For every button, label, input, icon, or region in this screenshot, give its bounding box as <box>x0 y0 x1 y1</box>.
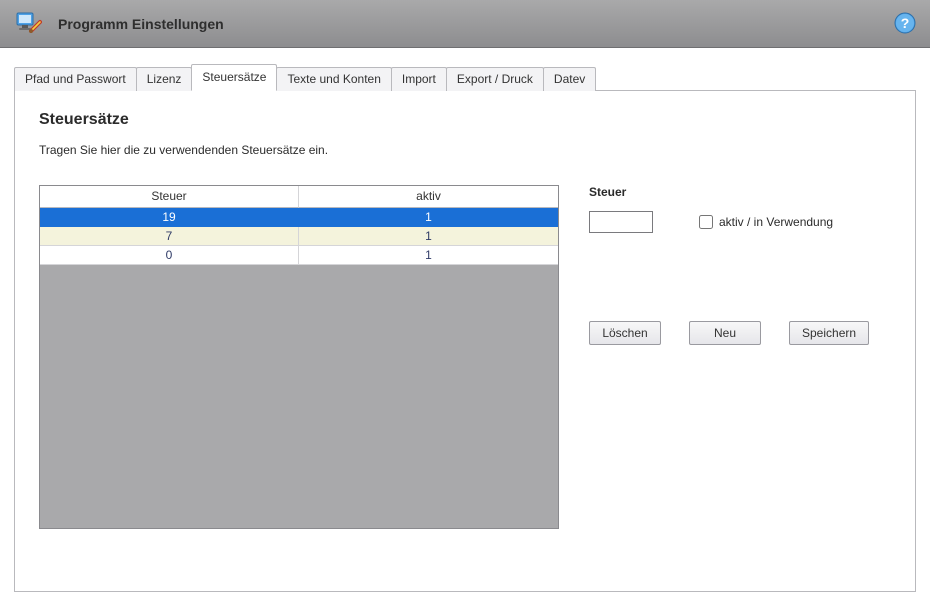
tabstrip: Pfad und PasswortLizenzSteuersätzeTexte … <box>14 64 916 91</box>
tab-pfad-und-passwort[interactable]: Pfad und Passwort <box>14 67 137 91</box>
help-icon[interactable]: ? <box>894 12 916 34</box>
svg-text:?: ? <box>901 15 910 31</box>
tab-lizenz[interactable]: Lizenz <box>136 67 193 91</box>
table-row[interactable]: 01 <box>40 246 558 265</box>
field-label-steuer: Steuer <box>589 185 891 199</box>
cell-steuer: 7 <box>40 227 299 246</box>
cell-aktiv: 1 <box>299 227 558 246</box>
tax-rate-table[interactable]: Steueraktiv 1917101 <box>39 185 559 529</box>
edit-form: Steuer aktiv / in Verwendung Löschen Neu… <box>589 185 891 529</box>
table-row[interactable]: 191 <box>40 208 558 227</box>
cell-steuer: 19 <box>40 208 299 227</box>
tax-rate-input[interactable] <box>589 211 653 233</box>
panel-heading: Steuersätze <box>39 111 891 129</box>
active-checkbox-wrap[interactable]: aktiv / in Verwendung <box>699 215 833 229</box>
panel-description: Tragen Sie hier die zu verwendenden Steu… <box>39 143 891 157</box>
active-checkbox[interactable] <box>699 215 713 229</box>
title-bar: Programm Einstellungen ? <box>0 0 930 48</box>
tab-panel-steuersaetze: Steuersätze Tragen Sie hier die zu verwe… <box>14 90 916 592</box>
column-header[interactable]: Steuer <box>40 186 299 208</box>
active-checkbox-label: aktiv / in Verwendung <box>719 215 833 229</box>
tab-export-druck[interactable]: Export / Druck <box>446 67 544 91</box>
save-button[interactable]: Speichern <box>789 321 869 345</box>
cell-steuer: 0 <box>40 246 299 265</box>
tab-datev[interactable]: Datev <box>543 67 596 91</box>
cell-aktiv: 1 <box>299 208 558 227</box>
column-header[interactable]: aktiv <box>299 186 558 208</box>
cell-aktiv: 1 <box>299 246 558 265</box>
tab-steuers-tze[interactable]: Steuersätze <box>191 64 277 91</box>
page-title: Programm Einstellungen <box>58 16 224 32</box>
new-button[interactable]: Neu <box>689 321 761 345</box>
tab-import[interactable]: Import <box>391 67 447 91</box>
app-icon <box>14 10 42 38</box>
tab-texte-und-konten[interactable]: Texte und Konten <box>276 67 391 91</box>
delete-button[interactable]: Löschen <box>589 321 661 345</box>
table-row[interactable]: 71 <box>40 227 558 246</box>
